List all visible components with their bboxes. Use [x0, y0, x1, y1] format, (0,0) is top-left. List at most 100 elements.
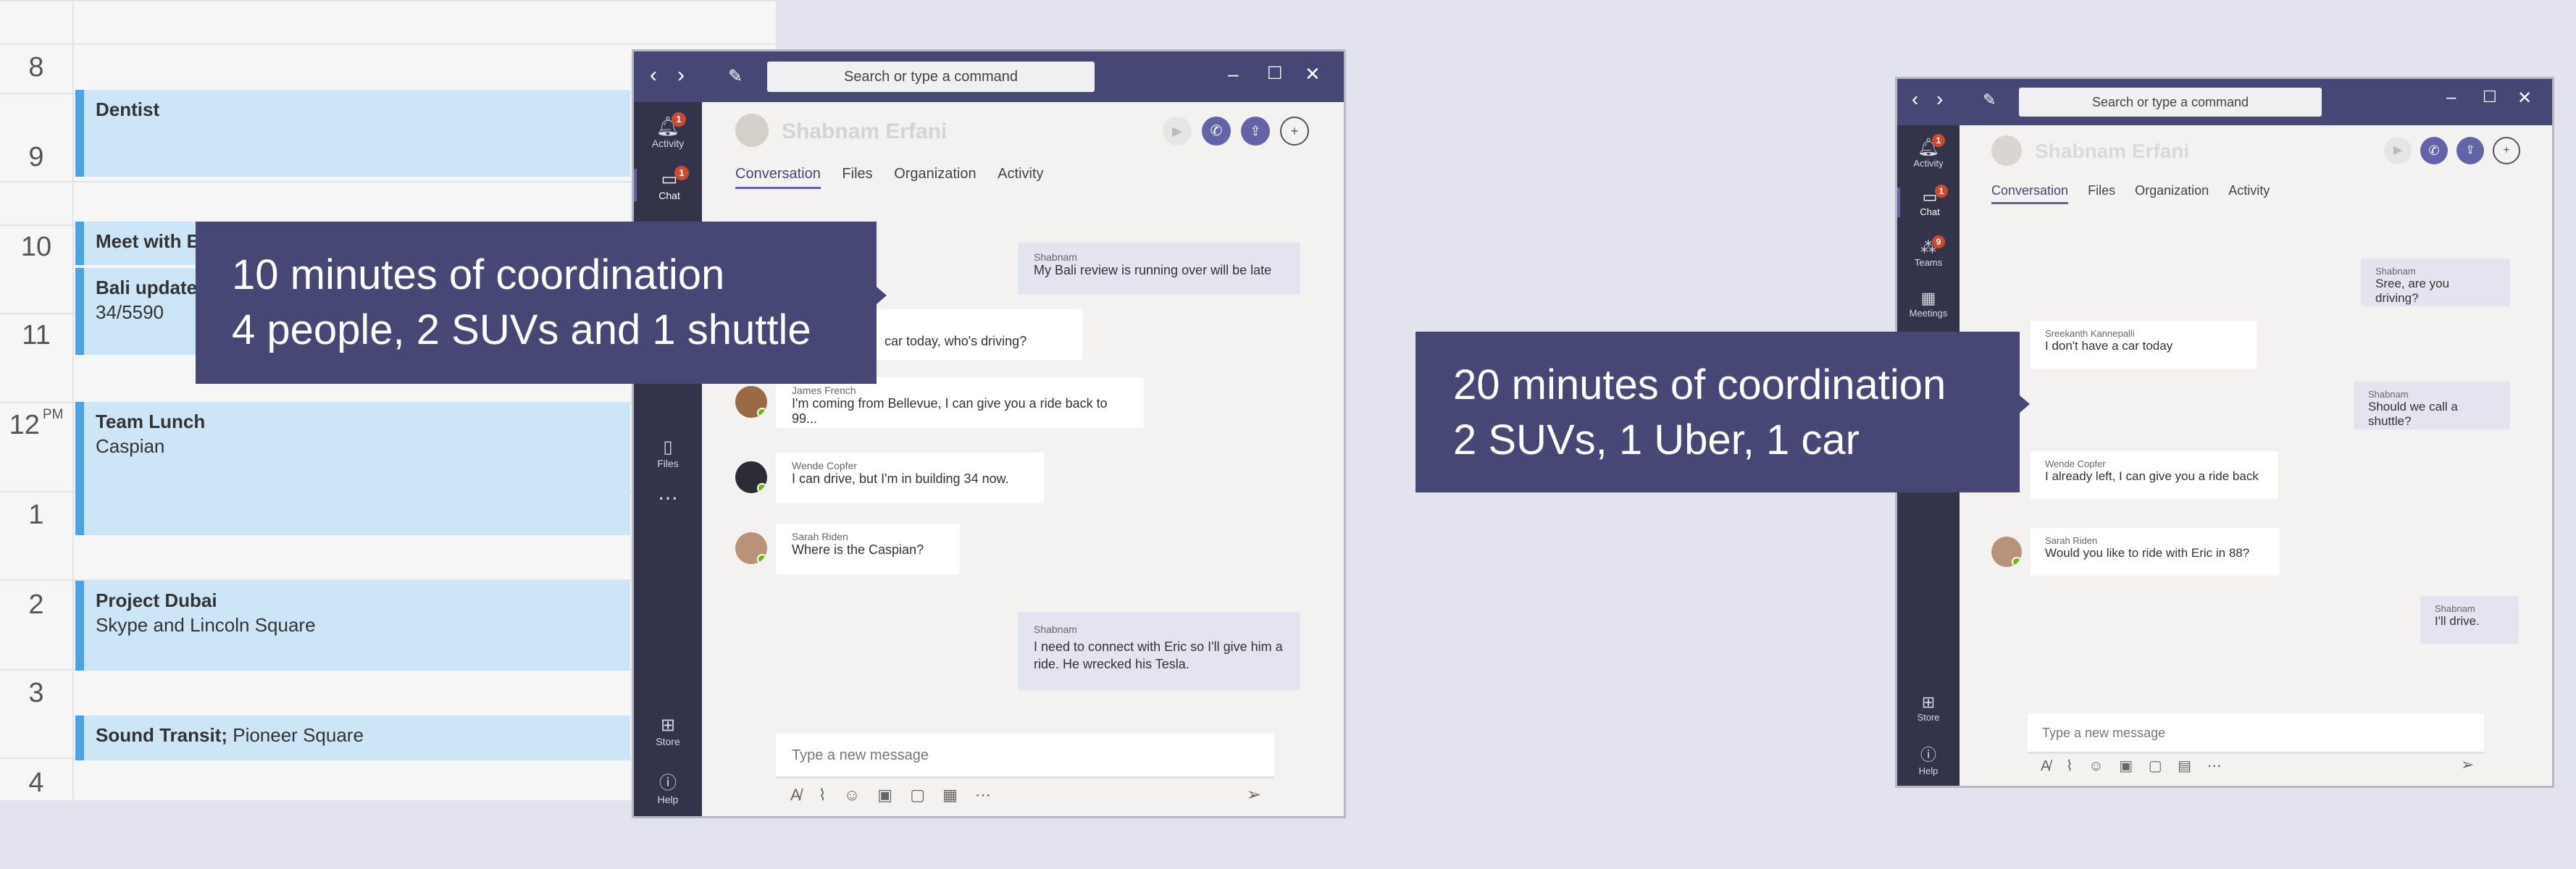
- send-icon[interactable]: ➢: [1247, 784, 1261, 805]
- back-arrow-icon[interactable]: ‹: [1912, 88, 1918, 111]
- message-bubble: Shabnam My Bali review is running over wi…: [1018, 243, 1300, 295]
- phone-icon[interactable]: ✆: [1202, 117, 1231, 146]
- title-bar: ‹ › ✎ Search or type a command – ☐ ✕: [634, 51, 1344, 102]
- rail-item-store[interactable]: ⊞ Store: [1897, 693, 1960, 723]
- message-bubble: James French I'm coming from Bellevue, I …: [776, 377, 1144, 428]
- rail-item-store[interactable]: ⊞ Store: [634, 715, 702, 747]
- more-icon[interactable]: ⋯: [634, 486, 702, 510]
- add-people-icon[interactable]: +: [1280, 117, 1309, 146]
- rail-item-meetings[interactable]: ▦ Meetings: [1897, 289, 1960, 319]
- gif-icon[interactable]: ▣: [877, 786, 892, 804]
- message-bubble: Shabnam Sree, are you driving?: [2361, 259, 2510, 306]
- tab-activity[interactable]: Activity: [2228, 183, 2270, 198]
- tab-conversation[interactable]: Conversation: [735, 166, 821, 189]
- tab-files[interactable]: Files: [2088, 183, 2115, 198]
- calendar-event-team-lunch[interactable]: Team Lunch Caspian: [75, 402, 630, 535]
- compose-input[interactable]: Type a new message: [2028, 713, 2484, 754]
- screen-share-icon[interactable]: ⇪: [1241, 117, 1270, 146]
- avatar: [1991, 537, 2022, 567]
- title-bar: ‹ › ✎ Search or type a command – ☐ ✕: [1897, 79, 2552, 125]
- emoji-icon[interactable]: ☺: [844, 786, 860, 804]
- event-title: Team Lunch: [96, 411, 206, 432]
- close-icon[interactable]: ✕: [1305, 63, 1321, 85]
- tab-files[interactable]: Files: [842, 166, 872, 182]
- teams-window-1: ‹ › ✎ Search or type a command – ☐ ✕ 🔔︎ …: [632, 49, 1346, 818]
- message-bubble: Shabnam I'll drive.: [2420, 596, 2519, 644]
- rail-item-chat[interactable]: ▭ Chat 1: [634, 166, 702, 201]
- event-location: Pioneer Square: [227, 724, 364, 746]
- avatar: [735, 532, 767, 564]
- more-icon[interactable]: ⋯: [975, 786, 991, 804]
- badge: 9: [1932, 235, 1945, 248]
- minimize-icon[interactable]: –: [2446, 88, 2456, 108]
- message-bubble: Shabnam I need to connect with Eric so I'…: [1018, 612, 1300, 690]
- tab-conversation[interactable]: Conversation: [1991, 183, 2069, 204]
- sticker-icon[interactable]: ▢: [910, 786, 925, 804]
- schedule-icon[interactable]: ▤: [2178, 758, 2191, 774]
- hour-label: 2: [28, 589, 44, 620]
- badge: 1: [672, 112, 686, 127]
- message-bubble: Sarah Riden Would you like to ride with E…: [2031, 528, 2280, 576]
- message-bubble: Sarah Riden Where is the Caspian?: [776, 524, 960, 574]
- app-rail: 🔔︎ Activity 1 ▭ Chat 1 ▯ Files ⋯ ⊞ Store…: [634, 102, 702, 816]
- sticker-icon[interactable]: ▢: [2149, 758, 2162, 774]
- message-bubble: Wende Copfer I already left, I can give y…: [2031, 451, 2278, 499]
- screen-share-icon[interactable]: ⇪: [2456, 137, 2484, 164]
- bell-icon: 🔔︎: [1917, 138, 1940, 157]
- video-icon[interactable]: ▶: [1163, 117, 1192, 146]
- format-icon[interactable]: A̸: [2041, 758, 2050, 774]
- rail-item-activity[interactable]: 🔔︎ Activity 1: [634, 112, 702, 149]
- search-input[interactable]: Search or type a command: [2019, 88, 2322, 117]
- rail-item-files[interactable]: ▯ Files: [634, 437, 702, 469]
- tab-organization[interactable]: Organization: [2135, 183, 2209, 198]
- forward-arrow-icon[interactable]: ›: [677, 63, 685, 88]
- compose-icon[interactable]: ✎: [728, 66, 743, 87]
- forward-arrow-icon[interactable]: ›: [1936, 88, 1943, 111]
- callout-line: 20 minutes of coordination: [1453, 361, 1946, 408]
- emoji-icon[interactable]: ☺: [2088, 758, 2103, 774]
- hour-label: 1: [28, 500, 44, 530]
- rail-item-activity[interactable]: 🔔︎ Activity 1: [1897, 134, 1960, 169]
- format-icon[interactable]: A̸: [790, 786, 801, 804]
- avatar: [735, 461, 767, 493]
- calendar-event-sound-transit[interactable]: Sound Transit; Pioneer Square: [75, 715, 630, 760]
- contact-name: Shabnam Erfani: [782, 119, 948, 143]
- store-icon: ⊞: [660, 715, 676, 735]
- add-people-icon[interactable]: +: [2493, 137, 2520, 164]
- minimize-icon[interactable]: –: [1228, 63, 1238, 85]
- attach-icon[interactable]: ⌇: [2066, 758, 2073, 774]
- callout-line: 10 minutes of coordination: [232, 251, 725, 298]
- calendar-gutter: [72, 0, 74, 800]
- maximize-icon[interactable]: ☐: [2483, 88, 2497, 106]
- help-icon: ⓘ: [1920, 746, 1936, 764]
- callout-line: 4 people, 2 SUVs and 1 shuttle: [232, 306, 811, 353]
- tab-activity[interactable]: Activity: [998, 166, 1043, 182]
- message-bubble: Shabnam Should we call a shuttle?: [2354, 382, 2510, 429]
- maximize-icon[interactable]: ☐: [1267, 63, 1283, 84]
- rail-item-help[interactable]: ⓘ Help: [1897, 742, 1960, 776]
- attach-icon[interactable]: ⌇: [819, 786, 827, 804]
- compose-input[interactable]: Type a new message: [776, 734, 1274, 778]
- rail-item-chat[interactable]: ▭ Chat 1: [1897, 185, 1960, 217]
- phone-icon[interactable]: ✆: [2420, 137, 2448, 164]
- calendar-event-dentist[interactable]: Dentist: [75, 90, 630, 177]
- calendar-divider: [0, 43, 776, 45]
- calendar-icon: ▦: [1920, 289, 1936, 307]
- video-icon[interactable]: ▶: [2384, 137, 2412, 164]
- rail-item-help[interactable]: ⓘ Help: [634, 768, 702, 805]
- chat-tabs: Conversation Files Organization Activity: [1991, 183, 2270, 204]
- compose-icon[interactable]: ✎: [1983, 91, 1996, 109]
- schedule-icon[interactable]: ▦: [942, 786, 958, 804]
- contact-name: Shabnam Erfani: [2035, 140, 2190, 162]
- more-icon[interactable]: ⋯: [2207, 758, 2222, 774]
- back-arrow-icon[interactable]: ‹: [650, 63, 657, 88]
- rail-item-teams[interactable]: ⁂ Teams 9: [1897, 235, 1960, 268]
- send-icon[interactable]: ➢: [2461, 755, 2474, 774]
- badge: 1: [1932, 134, 1945, 147]
- close-icon[interactable]: ✕: [2517, 88, 2532, 109]
- gif-icon[interactable]: ▣: [2119, 758, 2133, 774]
- tab-organization[interactable]: Organization: [894, 166, 976, 182]
- store-icon: ⊞: [1921, 693, 1936, 711]
- calendar-event-project-dubai[interactable]: Project Dubai Skype and Lincoln Square: [75, 581, 630, 671]
- search-input[interactable]: Search or type a command: [767, 62, 1095, 92]
